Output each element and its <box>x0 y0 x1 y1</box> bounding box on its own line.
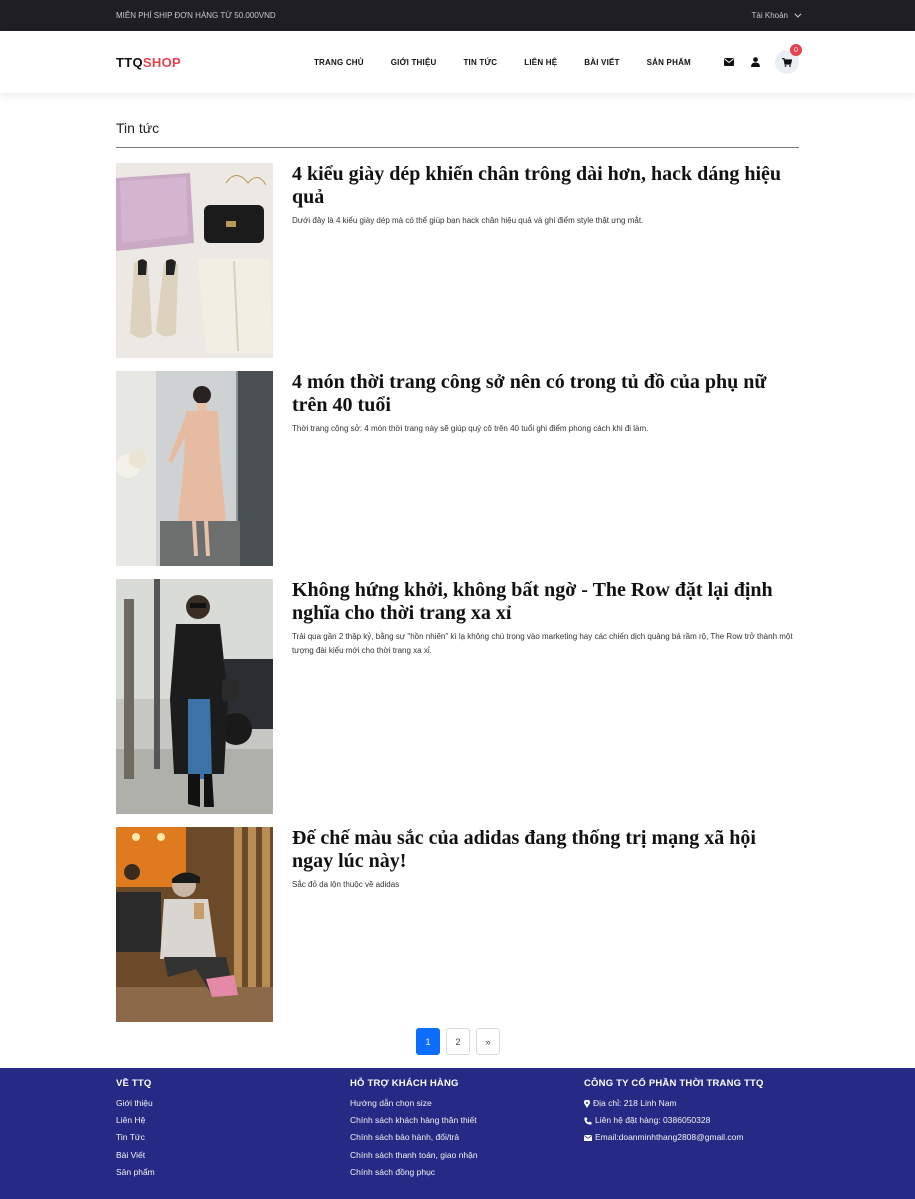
nav-products[interactable]: SẢN PHẨM <box>647 58 691 67</box>
logo-part-2: SHOP <box>142 54 181 70</box>
footer-link-contact[interactable]: Liên Hệ <box>116 1112 155 1129</box>
footer-support-column: HỖ TRỢ KHÁCH HÀNG Hướng dẫn chọn size Ch… <box>350 1078 478 1181</box>
post-excerpt: Dưới đây là 4 kiểu giày dép mà có thể gi… <box>292 216 644 225</box>
post-title[interactable]: 4 món thời trang công sở nên có trong tủ… <box>292 371 799 417</box>
cart-button[interactable]: 0 <box>775 44 802 74</box>
nav-articles[interactable]: BÀI VIẾT <box>584 58 619 67</box>
footer-phone-text: Liên hệ đặt hàng: 0386050328 <box>595 1115 711 1126</box>
pagination: 1 2 » <box>416 1028 500 1055</box>
page-title: Tin tức <box>116 120 160 136</box>
post-title[interactable]: Đế chế màu sắc của adidas đang thống trị… <box>292 827 799 873</box>
post-excerpt: Sắc đỏ da lộn thuộc về adidas <box>292 880 400 889</box>
cart-icon <box>782 57 792 67</box>
envelope-icon[interactable] <box>723 56 735 68</box>
post-thumbnail[interactable] <box>116 371 273 566</box>
account-label: Tài Khoản <box>751 11 788 20</box>
logo-part-1: TTQ <box>116 54 143 70</box>
footer-email-text: Email:doanminhthang2808@gmail.com <box>595 1132 744 1143</box>
title-divider <box>116 147 799 148</box>
site-header: TTQSHOP TRANG CHỦ GIỚI THIỆU TIN TỨC LIÊ… <box>0 31 915 93</box>
nav-about[interactable]: GIỚI THIỆU <box>391 58 437 67</box>
envelope-icon <box>584 1135 592 1141</box>
post-body: Không hứng khởi, không bất ngờ - The Row… <box>292 579 799 658</box>
post-body: Đế chế màu sắc của adidas đang thống trị… <box>292 827 799 892</box>
next-page-button[interactable]: » <box>476 1028 500 1055</box>
footer-link-payment[interactable]: Chính sách thanh toán, giao nhận <box>350 1147 478 1164</box>
footer-support-title: HỖ TRỢ KHÁCH HÀNG <box>350 1078 459 1089</box>
top-bar: MIỄN PHÍ SHIP ĐƠN HÀNG TỪ 50.000VND Tài … <box>0 0 915 31</box>
header-icons: 0 <box>723 44 802 74</box>
footer-company-column: CÔNG TY CỔ PHẦN THỜI TRANG TTQ Địa chỉ: … <box>584 1078 764 1147</box>
main-nav: TRANG CHỦ GIỚI THIỆU TIN TỨC LIÊN HỆ BÀI… <box>314 58 691 67</box>
footer-link-size-guide[interactable]: Hướng dẫn chọn size <box>350 1095 478 1112</box>
page-1-button[interactable]: 1 <box>416 1028 440 1055</box>
post-excerpt: Trải qua gần 2 thập kỷ, bằng sự "hồn nhi… <box>292 632 793 655</box>
post-body: 4 kiểu giày dép khiến chân trông dài hơn… <box>292 163 799 228</box>
post-thumbnail[interactable] <box>116 163 273 358</box>
footer-link-about[interactable]: Giới thiệu <box>116 1095 155 1112</box>
user-icon[interactable] <box>749 56 761 68</box>
free-ship-promo: MIỄN PHÍ SHIP ĐƠN HÀNG TỪ 50.000VND <box>116 11 276 20</box>
footer-about-column: VỀ TTQ Giới thiệu Liên Hệ Tin Tức Bài Vi… <box>116 1078 155 1181</box>
footer-email[interactable]: Email:doanminhthang2808@gmail.com <box>584 1129 764 1146</box>
news-item: 4 kiểu giày dép khiến chân trông dài hơn… <box>116 163 799 358</box>
post-thumbnail[interactable] <box>116 827 273 1022</box>
post-body: 4 món thời trang công sở nên có trong tủ… <box>292 371 799 436</box>
footer-link-products[interactable]: Sản phẩm <box>116 1164 155 1181</box>
nav-contact[interactable]: LIÊN HỆ <box>524 58 557 67</box>
chevron-down-icon <box>794 10 802 18</box>
post-excerpt: Thời trang công sở: 4 món thời trang này… <box>292 424 649 433</box>
footer-about-title: VỀ TTQ <box>116 1078 152 1089</box>
news-item: 4 món thời trang công sở nên có trong tủ… <box>116 371 799 566</box>
account-dropdown[interactable]: Tài Khoản <box>751 10 802 20</box>
footer-link-uniform[interactable]: Chính sách đồng phục <box>350 1164 478 1181</box>
phone-icon <box>584 1117 592 1125</box>
footer-company-title: CÔNG TY CỔ PHẦN THỜI TRANG TTQ <box>584 1078 764 1089</box>
footer-link-articles[interactable]: Bài Viết <box>116 1147 155 1164</box>
news-item: Không hứng khởi, không bất ngờ - The Row… <box>116 579 799 814</box>
news-item: Đế chế màu sắc của adidas đang thống trị… <box>116 827 799 1022</box>
map-marker-icon <box>584 1099 590 1108</box>
post-thumbnail[interactable] <box>116 579 273 814</box>
post-title[interactable]: 4 kiểu giày dép khiến chân trông dài hơn… <box>292 163 799 209</box>
footer-link-loyalty[interactable]: Chính sách khách hàng thân thiết <box>350 1112 478 1129</box>
nav-home[interactable]: TRANG CHỦ <box>314 58 364 67</box>
cart-count-badge: 0 <box>790 44 802 56</box>
site-footer: VỀ TTQ Giới thiệu Liên Hệ Tin Tức Bài Vi… <box>0 1068 915 1199</box>
footer-address: Địa chỉ: 218 Linh Nam <box>584 1095 764 1112</box>
footer-link-warranty[interactable]: Chính sách bảo hành, đổi/trả <box>350 1129 478 1146</box>
footer-phone[interactable]: Liên hệ đặt hàng: 0386050328 <box>584 1112 764 1129</box>
page-2-button[interactable]: 2 <box>446 1028 470 1055</box>
nav-news[interactable]: TIN TỨC <box>463 58 497 67</box>
footer-address-text: Địa chỉ: 218 Linh Nam <box>593 1098 677 1108</box>
footer-link-news[interactable]: Tin Tức <box>116 1129 155 1146</box>
site-logo[interactable]: TTQSHOP <box>116 55 181 70</box>
post-title[interactable]: Không hứng khởi, không bất ngờ - The Row… <box>292 579 799 625</box>
